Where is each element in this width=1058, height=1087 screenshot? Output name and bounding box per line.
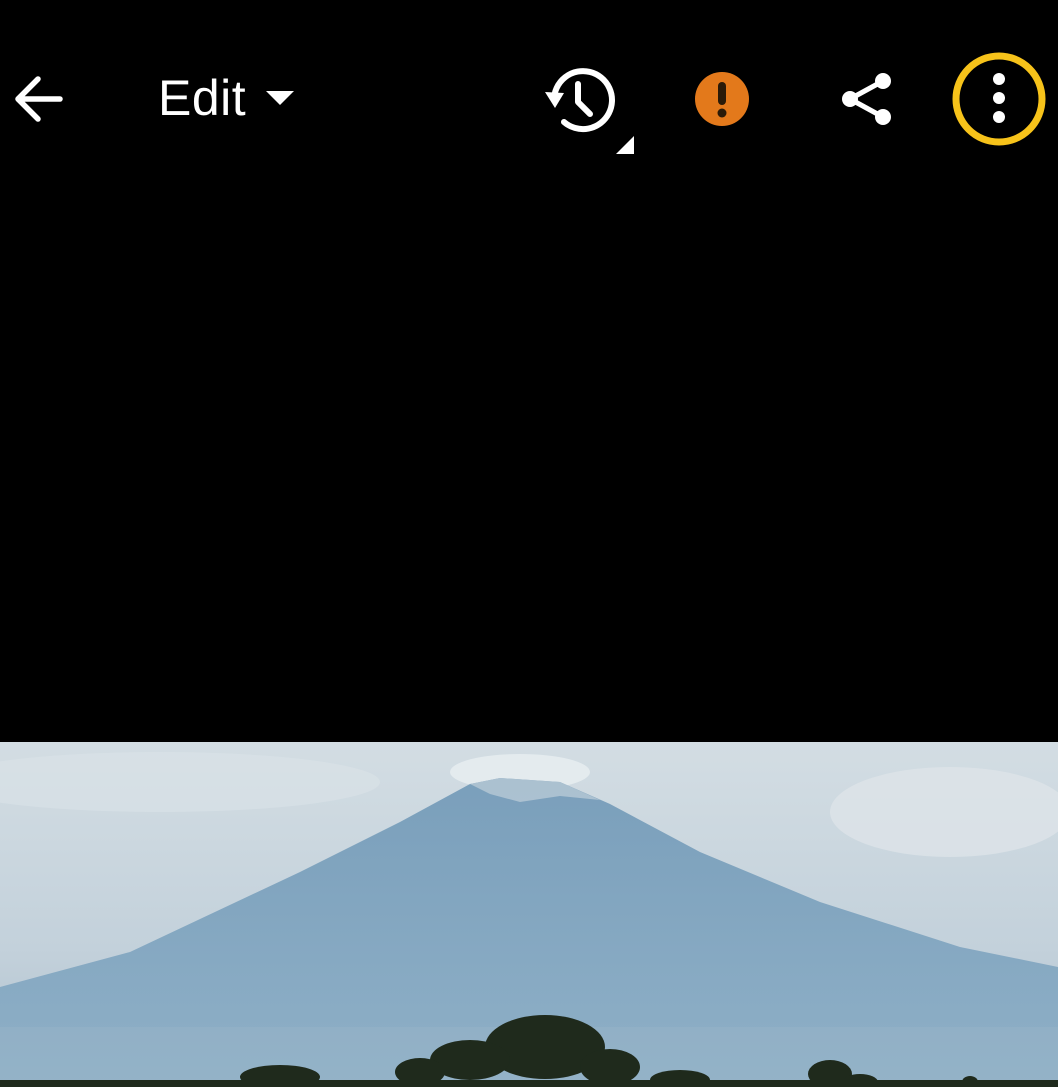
edit-mode-label: Edit (158, 70, 247, 126)
share-icon[interactable] (838, 70, 896, 128)
more-vertical-icon[interactable] (950, 50, 1048, 148)
top-toolbar: Edit (0, 0, 1058, 200)
exclamation-icon[interactable] (693, 70, 751, 128)
mountain-photo (0, 742, 1058, 1087)
arrow-left-icon[interactable] (8, 68, 70, 130)
photo-preview[interactable] (0, 742, 1058, 1087)
history-icon[interactable] (540, 62, 640, 158)
edit-mode-dropdown[interactable]: Edit (158, 66, 296, 130)
corner-triangle-icon (616, 136, 634, 154)
caret-down-icon (266, 91, 295, 105)
